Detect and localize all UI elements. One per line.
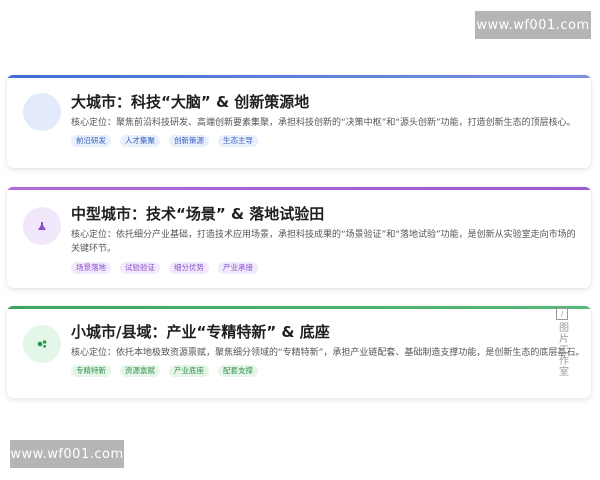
card-title: 中型城市：技术“场景” & 落地试验田 bbox=[71, 205, 325, 223]
tag: 场景落地 bbox=[71, 262, 111, 274]
brain-icon bbox=[23, 93, 61, 131]
card-title: 大城市：科技“大脑” & 创新策源地 bbox=[71, 93, 310, 111]
card-title: 小城市/县域：产业“专精特新” & 底座 bbox=[71, 323, 330, 341]
card-description: 核心定位：聚焦前沿科技研发、高端创新要素集聚，承担科技创新的“决策中枢”和“源头… bbox=[71, 118, 576, 128]
tag: 细分优势 bbox=[169, 262, 209, 274]
tag-list: 专精特新 资源禀赋 产业底座 配套支撑 bbox=[71, 365, 581, 377]
card-small-city: 小城市/县域：产业“专精特新” & 底座 核心定位：依托本地极致资源禀赋，聚焦细… bbox=[7, 306, 591, 398]
tag: 资源禀赋 bbox=[120, 365, 160, 377]
flask-icon bbox=[23, 207, 61, 245]
card-description: 核心定位：依托本地极致资源禀赋，聚焦细分领域的“专精特新”，承担产业链配套、基础… bbox=[71, 348, 581, 358]
card-description: 核心定位：依托细分产业基础，打造技术应用场景，承担科技成果的“场景验证”和“落地… bbox=[71, 230, 576, 254]
card-large-city: 大城市：科技“大脑” & 创新策源地 核心定位：聚焦前沿科技研发、高端创新要素集… bbox=[7, 75, 591, 168]
tag-list: 场景落地 试验验证 细分优势 产业承接 bbox=[71, 262, 581, 274]
tag: 前沿研发 bbox=[71, 135, 111, 147]
tag: 生态主导 bbox=[218, 135, 258, 147]
studio-logo-icon: / bbox=[556, 308, 568, 320]
card-accent-bar bbox=[7, 187, 591, 190]
tag: 产业承接 bbox=[218, 262, 258, 274]
watermark-top: www.wf001.com bbox=[475, 11, 591, 39]
gears-icon bbox=[23, 325, 61, 363]
tag-list: 前沿研发 人才集聚 创新策源 生态主导 bbox=[71, 135, 581, 147]
tag: 配套支撑 bbox=[218, 365, 258, 377]
card-accent-bar bbox=[7, 75, 591, 78]
tag: 试验验证 bbox=[120, 262, 160, 274]
card-accent-bar bbox=[7, 306, 591, 309]
studio-stamp: / 图片工作室 bbox=[552, 308, 572, 408]
studio-stamp-text: 图片工作室 bbox=[556, 322, 568, 377]
tag: 创新策源 bbox=[169, 135, 209, 147]
tag: 人才集聚 bbox=[120, 135, 160, 147]
card-mid-city: 中型城市：技术“场景” & 落地试验田 核心定位：依托细分产业基础，打造技术应用… bbox=[7, 187, 591, 288]
watermark-bottom: www.wf001.com bbox=[10, 440, 124, 468]
tag: 产业底座 bbox=[169, 365, 209, 377]
tag: 专精特新 bbox=[71, 365, 111, 377]
